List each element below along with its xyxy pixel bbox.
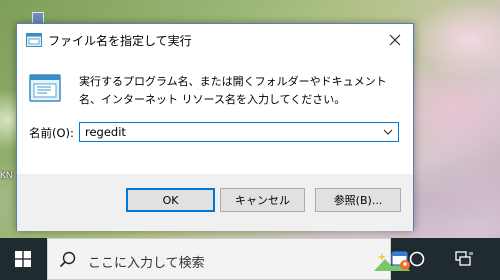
- search-placeholder: ここに入力して検索: [88, 256, 205, 271]
- close-button[interactable]: [377, 24, 413, 56]
- title-bar[interactable]: ファイル名を指定して実行: [17, 24, 413, 56]
- start-button[interactable]: [0, 238, 46, 280]
- taskbar-search-box[interactable]: ここに入力して検索: [47, 238, 410, 280]
- dialog-title: ファイル名を指定して実行: [48, 34, 192, 48]
- cancel-button[interactable]: キャンセル: [220, 188, 305, 212]
- close-icon: [389, 34, 401, 46]
- taskbar: ここに入力して検索: [0, 238, 500, 280]
- desktop-icon-label: KN: [0, 170, 13, 180]
- open-combobox[interactable]: regedit: [79, 122, 399, 142]
- open-label: 名前(O):: [29, 126, 74, 140]
- ok-button[interactable]: OK: [126, 188, 215, 212]
- task-view-icon: [455, 251, 473, 266]
- search-icon: [59, 251, 76, 268]
- run-dialog: ファイル名を指定して実行 実行するプログラム名、または開くフォルダーやドキュメン…: [16, 23, 414, 231]
- chevron-down-icon[interactable]: [383, 127, 393, 137]
- task-view-button[interactable]: [443, 238, 485, 280]
- open-input[interactable]: regedit: [85, 125, 126, 139]
- run-icon: [29, 74, 61, 102]
- windows-start-icon: [15, 251, 31, 267]
- dialog-description: 実行するプログラム名、または開くフォルダーやドキュメント名、インターネット リソ…: [79, 75, 387, 106]
- cortana-button[interactable]: [396, 238, 438, 280]
- cortana-circle-icon: [409, 251, 425, 267]
- dialog-content: 実行するプログラム名、または開くフォルダーやドキュメント名、インターネット リソ…: [17, 56, 413, 174]
- browse-button[interactable]: 参照(B)...: [315, 188, 401, 212]
- dialog-footer: OK キャンセル 参照(B)...: [17, 174, 413, 231]
- run-icon: [26, 33, 42, 47]
